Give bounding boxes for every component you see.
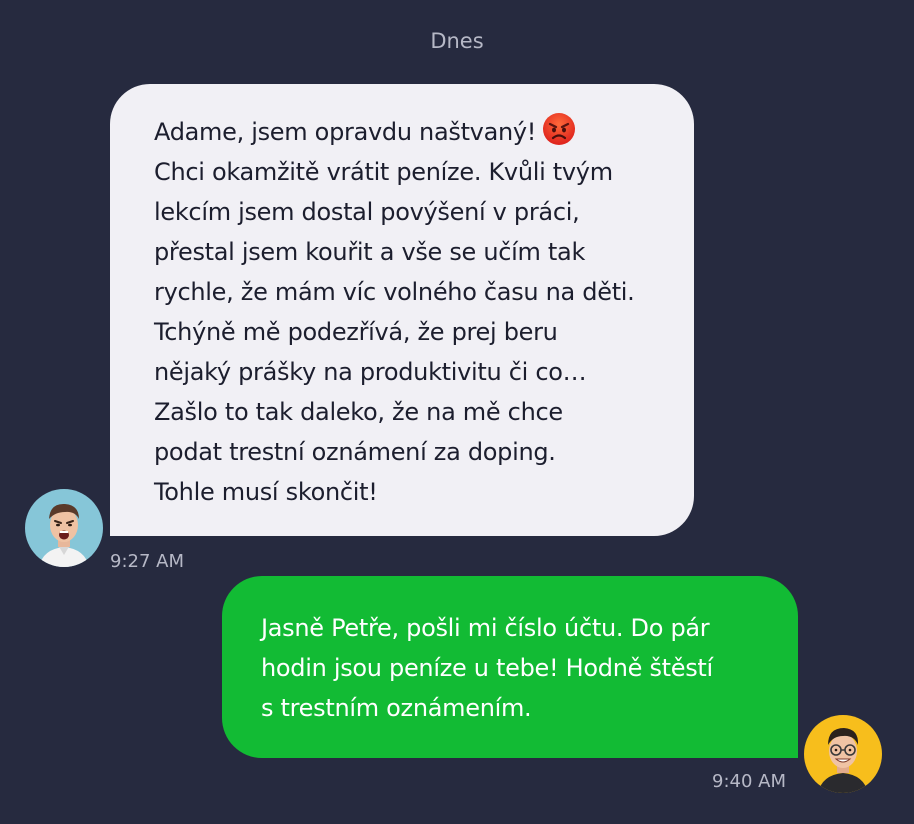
- angry-face-emoji-icon: [542, 112, 576, 146]
- smiling-man-with-glasses-avatar-icon: [804, 715, 882, 793]
- angry-man-avatar-icon: [25, 489, 103, 567]
- sender-avatar[interactable]: [25, 489, 103, 567]
- outgoing-message-bubble[interactable]: Jasně Petře, pošli mi číslo účtu. Do pár…: [222, 576, 798, 758]
- incoming-message-time: 9:27 AM: [110, 551, 184, 572]
- message-first-line: Adame, jsem opravdu naštvaný!: [154, 118, 537, 146]
- own-avatar[interactable]: [804, 715, 882, 793]
- message-body: Chci okamžitě vrátit peníze. Kvůli tvým …: [154, 158, 635, 506]
- incoming-message-bubble[interactable]: Adame, jsem opravdu naštvaný! Chci okamž…: [110, 84, 694, 536]
- message-body: Jasně Petře, pošli mi číslo účtu. Do pár…: [261, 614, 713, 722]
- outgoing-message-time: 9:40 AM: [712, 771, 786, 792]
- date-divider: Dnes: [430, 29, 484, 53]
- chat-screen: Dnes Adame, jsem opravdu naštvaný! Chci …: [0, 0, 914, 824]
